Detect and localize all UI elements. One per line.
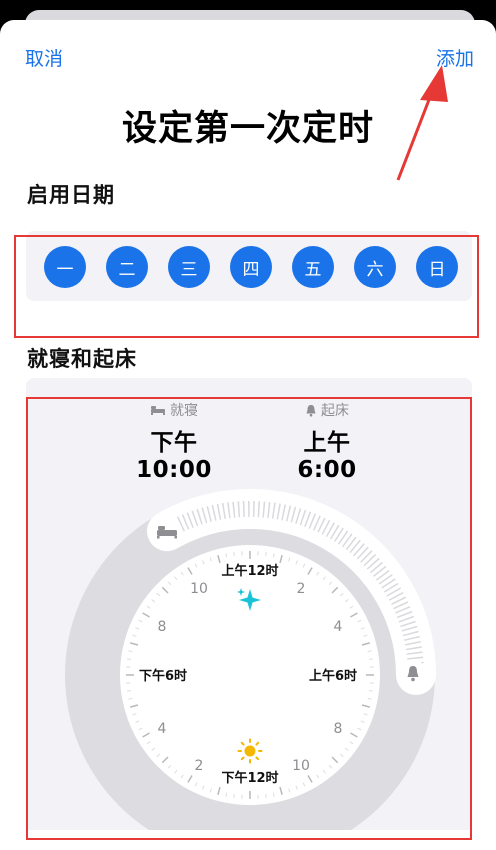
clock-tick [127,691,131,692]
bedtime-handle[interactable] [152,516,182,546]
day-selector: 一 二 三 四 五 六 日 [44,246,458,288]
day-button-mon[interactable]: 一 [44,246,86,288]
clock-number: 4 [158,721,167,737]
day-button-fri[interactable]: 五 [292,246,334,288]
days-section-label: 启用日期 [27,179,115,209]
clock-number: 10 [292,758,310,774]
clock-tick [266,552,267,556]
day-button-sun[interactable]: 日 [416,246,458,288]
sleep-wake-panel: 就寝 下午 10:00 起床 上午 6:00 [26,378,472,830]
clock-number: 4 [334,619,343,635]
clock-label-left: 下午6时 [139,668,187,684]
clock-number: 10 [190,581,208,597]
clock-number: 8 [158,619,167,635]
clock-tick [369,691,373,692]
clock-tick [266,794,267,798]
sleep-section-label: 就寝和起床 [27,343,137,373]
clock-tick [234,552,235,556]
sun-icon [239,740,262,763]
clock-tick [127,659,131,660]
sleep-clock-dial[interactable]: 上午12时 下午12时 下午6时 上午6时 10 2 8 4 4 8 2 10 [26,378,472,830]
days-panel: 一 二 三 四 五 六 日 [26,231,472,301]
clock-label-bottom: 下午12时 [221,770,278,786]
day-button-thu[interactable]: 四 [230,246,272,288]
clock-label-right: 上午6时 [309,668,357,684]
wakeup-handle[interactable] [398,660,428,690]
day-button-sat[interactable]: 六 [354,246,396,288]
annotation-arrow-icon [380,60,460,190]
day-button-tue[interactable]: 二 [106,246,148,288]
cancel-button[interactable]: 取消 [25,44,63,71]
clock-number: 2 [195,758,204,774]
clock-tick [234,794,235,798]
clock-number: 8 [334,721,343,737]
clock-tick [369,659,373,660]
clock-number: 2 [297,581,306,597]
day-button-wed[interactable]: 三 [168,246,210,288]
clock-label-top: 上午12时 [221,563,278,579]
